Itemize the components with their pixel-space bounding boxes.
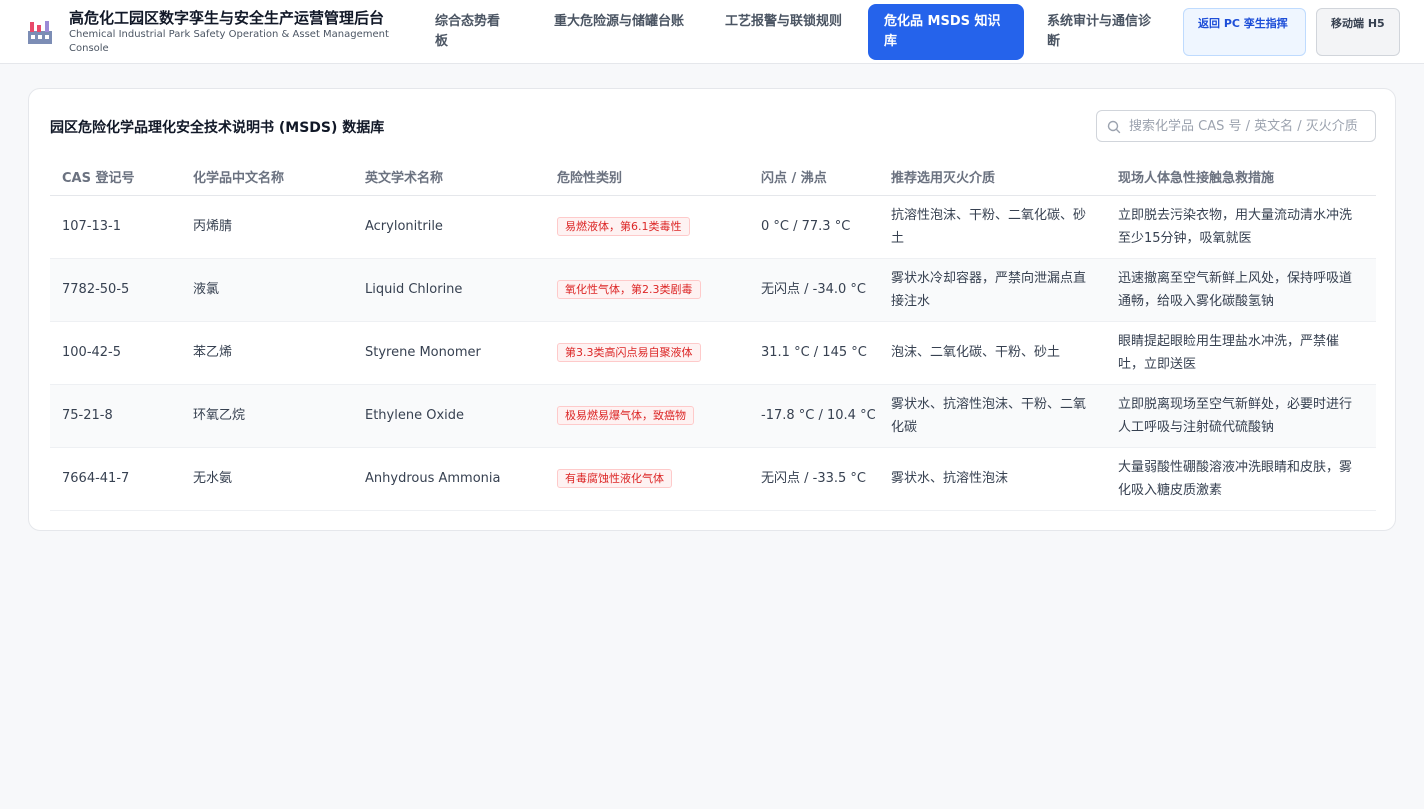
back-to-pc-button[interactable]: 返回 PC 孪生指挥 — [1183, 8, 1306, 56]
table-row[interactable]: 100-42-5 苯乙烯 Styrene Monomer 第3.3类高闪点易自聚… — [50, 321, 1376, 385]
app-subtitle: Chemical Industrial Park Safety Operatio… — [69, 29, 389, 54]
chemical-en-name: Anhydrous Ammonia — [353, 447, 545, 511]
cas-number: 7664-41-7 — [50, 447, 181, 511]
table-row[interactable]: 107-13-1 丙烯腈 Acrylonitrile 易燃液体，第6.1类毒性 … — [50, 195, 1376, 259]
first-aid-measures: 立即脱离现场至空气新鲜处，必要时进行人工呼吸与注射硫代硫酸钠 — [1106, 384, 1376, 448]
hazard-cell: 极易燃易爆气体，致癌物 — [545, 384, 749, 448]
tab-alarm-rules[interactable]: 工艺报警与联锁规则 — [709, 4, 859, 60]
extinguishing-media: 泡沫、二氧化碳、干粉、砂土 — [879, 321, 1106, 385]
hazard-badge: 第3.3类高闪点易自聚液体 — [557, 343, 701, 362]
first-aid-measures: 立即脱去污染衣物，用大量流动清水冲洗至少15分钟，吸氧就医 — [1106, 195, 1376, 259]
cas-number: 107-13-1 — [50, 195, 181, 259]
table-row[interactable]: 75-21-8 环氧乙烷 Ethylene Oxide 极易燃易爆气体，致癌物 … — [50, 384, 1376, 448]
card-title: 园区危险化学品理化安全技术说明书 (MSDS) 数据库 — [50, 120, 385, 136]
flash-boil-point: 0 °C / 77.3 °C — [749, 195, 879, 259]
app-title: 高危化工园区数字孪生与安全生产运营管理后台 — [69, 9, 385, 27]
first-aid-measures: 大量弱酸性硼酸溶液冲洗眼睛和皮肤，雾化吸入糖皮质激素 — [1106, 447, 1376, 511]
column-header-cn-name[interactable]: 化学品中文名称 — [181, 158, 353, 196]
extinguishing-media: 雾状水冷却容器，严禁向泄漏点直接注水 — [879, 258, 1106, 322]
chemical-en-name: Ethylene Oxide — [353, 384, 545, 448]
hazard-badge: 氧化性气体，第2.3类剧毒 — [557, 280, 701, 299]
hazard-badge: 有毒腐蚀性液化气体 — [557, 469, 672, 488]
chemical-cn-name: 环氧乙烷 — [181, 384, 353, 448]
mobile-h5-button[interactable]: 移动端 H5 — [1316, 8, 1400, 56]
hazard-cell: 易燃液体，第6.1类毒性 — [545, 195, 749, 259]
flash-boil-point: 无闪点 / -34.0 °C — [749, 258, 879, 322]
extinguishing-media: 雾状水、抗溶性泡沫、干粉、二氧化碳 — [879, 384, 1106, 448]
extinguishing-media: 雾状水、抗溶性泡沫 — [879, 447, 1106, 511]
search-icon — [1107, 120, 1121, 134]
flash-boil-point: 无闪点 / -33.5 °C — [749, 447, 879, 511]
flash-boil-point: -17.8 °C / 10.4 °C — [749, 384, 879, 448]
chemical-cn-name: 苯乙烯 — [181, 321, 353, 385]
search-box — [1096, 110, 1376, 142]
chemical-en-name: Styrene Monomer — [353, 321, 545, 385]
hazard-cell: 第3.3类高闪点易自聚液体 — [545, 321, 749, 385]
tab-dashboard[interactable]: 综合态势看板 — [419, 4, 525, 60]
cas-number: 7782-50-5 — [50, 258, 181, 322]
app-header: 高危化工园区数字孪生与安全生产运营管理后台 Chemical Industria… — [0, 0, 1424, 64]
column-header-flash-boil[interactable]: 闪点 / 沸点 — [749, 158, 879, 196]
chemical-cn-name: 液氯 — [181, 258, 353, 322]
tab-audit-diagnostics[interactable]: 系统审计与通信诊断 — [1031, 4, 1179, 60]
table-row[interactable]: 7664-41-7 无水氨 Anhydrous Ammonia 有毒腐蚀性液化气… — [50, 447, 1376, 511]
tab-msds-library[interactable]: 危化品 MSDS 知识库 — [868, 4, 1024, 60]
column-header-extinguisher[interactable]: 推荐选用灭火介质 — [879, 158, 1106, 196]
chemical-en-name: Liquid Chlorine — [353, 258, 545, 322]
search-input[interactable] — [1129, 115, 1371, 137]
column-header-first-aid[interactable]: 现场人体急性接触急救措施 — [1106, 158, 1376, 196]
tab-hazard-sources[interactable]: 重大危险源与储罐台账 — [538, 4, 700, 60]
table-row[interactable]: 7782-50-5 液氯 Liquid Chlorine 氧化性气体，第2.3类… — [50, 258, 1376, 322]
chemical-cn-name: 无水氨 — [181, 447, 353, 511]
msds-table: CAS 登记号 化学品中文名称 英文学术名称 危险性类别 闪点 / 沸点 推荐选… — [50, 158, 1376, 511]
flash-boil-point: 31.1 °C / 145 °C — [749, 321, 879, 385]
column-header-en-name[interactable]: 英文学术名称 — [353, 158, 545, 196]
cas-number: 100-42-5 — [50, 321, 181, 385]
first-aid-measures: 迅速撤离至空气新鲜上风处，保持呼吸道通畅，给吸入雾化碳酸氢钠 — [1106, 258, 1376, 322]
extinguishing-media: 抗溶性泡沫、干粉、二氧化碳、砂土 — [879, 195, 1106, 259]
column-header-cas[interactable]: CAS 登记号 — [50, 158, 181, 196]
first-aid-measures: 眼睛提起眼睑用生理盐水冲洗，严禁催吐，立即送医 — [1106, 321, 1376, 385]
chemical-plant-icon — [28, 21, 52, 44]
chemical-cn-name: 丙烯腈 — [181, 195, 353, 259]
cas-number: 75-21-8 — [50, 384, 181, 448]
hazard-cell: 氧化性气体，第2.3类剧毒 — [545, 258, 749, 322]
hazard-badge: 易燃液体，第6.1类毒性 — [557, 217, 690, 236]
chemical-en-name: Acrylonitrile — [353, 195, 545, 259]
hazard-badge: 极易燃易爆气体，致癌物 — [557, 406, 694, 425]
hazard-cell: 有毒腐蚀性液化气体 — [545, 447, 749, 511]
table-header-row: CAS 登记号 化学品中文名称 英文学术名称 危险性类别 闪点 / 沸点 推荐选… — [50, 158, 1376, 196]
msds-card: 园区危险化学品理化安全技术说明书 (MSDS) 数据库 CAS 登记号 化学品中… — [28, 88, 1396, 531]
column-header-hazard[interactable]: 危险性类别 — [545, 158, 749, 196]
